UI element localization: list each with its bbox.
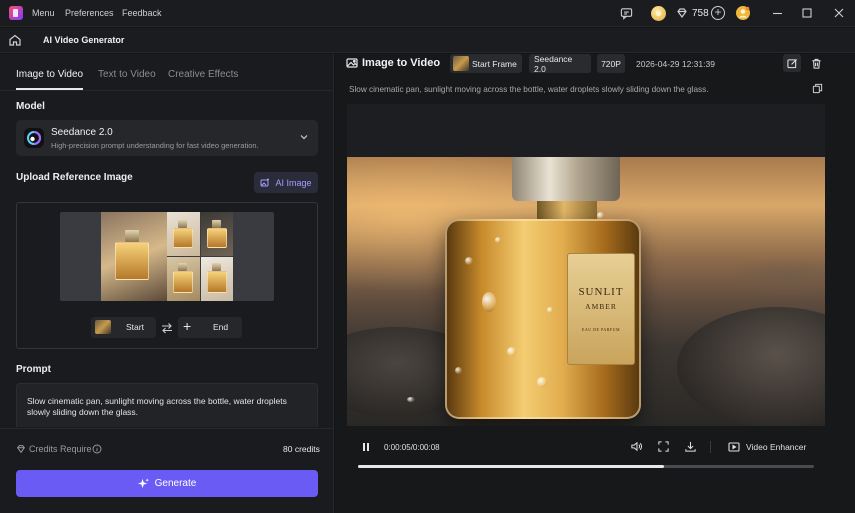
bottle-cap (512, 157, 620, 201)
avatar[interactable] (736, 6, 750, 20)
trash-icon[interactable] (807, 54, 825, 72)
swap-icon[interactable] (160, 321, 174, 335)
start-frame-chip: Start Frame (450, 54, 522, 73)
label-name: AMBER (585, 302, 617, 311)
result-title: Image to Video (362, 57, 441, 69)
menu-item-preferences[interactable]: Preferences (65, 8, 114, 18)
generate-label: Generate (154, 478, 197, 489)
upload-section-title: Upload Reference Image (16, 172, 133, 183)
reference-image-5 (201, 257, 233, 301)
model-description: High-precision prompt understanding for … (51, 141, 259, 150)
model-name: Seedance 2.0 (51, 127, 113, 138)
result-prompt: Slow cinematic pan, sunlight moving acro… (349, 85, 709, 94)
image-icon (346, 57, 358, 69)
resolution-chip: 720P (597, 54, 625, 73)
result-timestamp: 2026-04-29 12:31:39 (636, 59, 715, 69)
fullscreen-icon[interactable] (657, 440, 671, 454)
message-icon[interactable] (618, 5, 634, 21)
prompt-section-title: Prompt (16, 364, 51, 375)
app-logo (9, 6, 23, 20)
video-enhancer-icon (728, 442, 740, 452)
video-frame[interactable]: SUNLIT AMBER EAU DE PARFUM (347, 157, 825, 426)
home-icon[interactable] (8, 33, 24, 49)
reference-image-main (101, 212, 167, 301)
divider (710, 441, 711, 453)
ai-image-icon (260, 178, 270, 186)
ai-image-label: AI Image (275, 177, 312, 188)
credits-required-label: Credits Require (29, 444, 92, 454)
nav-title: AI Video Generator (43, 35, 125, 45)
reference-image-preview (60, 212, 274, 301)
generate-button[interactable]: Generate (16, 470, 318, 497)
minimize-icon[interactable] (769, 5, 785, 21)
plus-icon: + (183, 318, 192, 334)
copy-icon[interactable] (812, 83, 824, 95)
tab-creative-effects[interactable]: Creative Effects (168, 69, 238, 80)
model-section-title: Model (16, 101, 45, 112)
reference-image-4 (167, 257, 200, 301)
start-frame-button[interactable]: Start (91, 317, 156, 338)
coin-icon[interactable] (651, 6, 666, 21)
info-icon[interactable] (92, 444, 102, 454)
bottle-label: SUNLIT AMBER EAU DE PARFUM (567, 253, 635, 365)
maximize-icon[interactable] (799, 5, 815, 21)
reference-image-3 (201, 212, 233, 256)
divider (0, 428, 334, 429)
chevron-down-icon[interactable] (298, 131, 310, 143)
edit-icon[interactable] (783, 54, 801, 72)
model-chip: Seedance 2.0 (529, 54, 591, 74)
start-frame-thumbnail (453, 56, 469, 71)
diamond-icon (675, 5, 688, 21)
menu-item-menu[interactable]: Menu (32, 8, 55, 18)
menu-item-feedback[interactable]: Feedback (122, 8, 162, 18)
start-frame-thumbnail (95, 320, 111, 334)
video-progress-fill (358, 465, 664, 468)
credits-required-value: 80 credits (283, 444, 320, 454)
video-enhancer-label: Video Enhancer (746, 442, 807, 452)
start-frame-chip-label: Start Frame (472, 58, 517, 69)
nav-bar (0, 28, 855, 53)
add-credits-button[interactable]: + (711, 6, 725, 20)
sparkle-icon (137, 478, 149, 489)
reference-image-2 (167, 212, 200, 256)
label-brand: SUNLIT (578, 286, 624, 298)
active-tab-indicator (16, 88, 83, 90)
end-frame-label: End (213, 322, 229, 332)
start-frame-label: Start (126, 322, 144, 332)
tab-image-to-video[interactable]: Image to Video (16, 69, 83, 80)
prompt-text[interactable]: Slow cinematic pan, sunlight moving acro… (27, 396, 312, 418)
model-logo-icon (24, 128, 44, 148)
tab-text-to-video[interactable]: Text to Video (98, 69, 156, 80)
diamond-icon (16, 444, 26, 454)
credit-count: 758 (692, 8, 709, 19)
volume-icon[interactable] (630, 440, 644, 454)
video-time: 0:00:05/0:00:08 (384, 443, 440, 452)
end-frame-button[interactable]: + End (178, 317, 242, 338)
download-icon[interactable] (684, 440, 698, 454)
video-enhancer-button[interactable]: Video Enhancer (728, 440, 806, 454)
close-icon[interactable] (831, 5, 847, 21)
tab-divider (0, 90, 334, 91)
ai-image-button[interactable]: AI Image (254, 172, 318, 193)
pause-icon[interactable] (359, 440, 373, 454)
label-type: EAU DE PARFUM (581, 327, 621, 332)
model-select[interactable] (16, 120, 318, 156)
